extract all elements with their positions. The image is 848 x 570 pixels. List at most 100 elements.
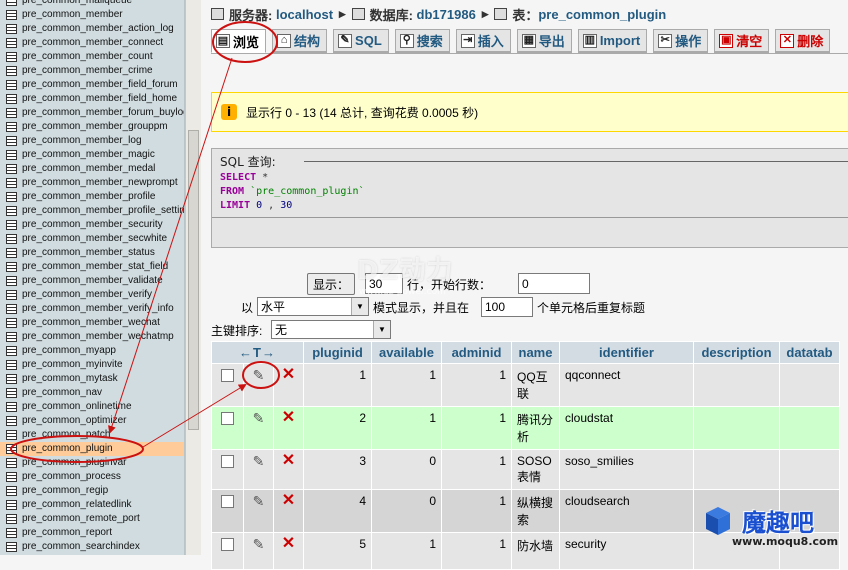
sidebar-table-item[interactable]: pre_common_member_log	[0, 134, 184, 148]
table-icon	[6, 430, 17, 440]
sidebar-item-label: pre_common_pluginvar	[22, 457, 127, 468]
edit-pencil-icon[interactable]: ✎	[253, 536, 265, 552]
sidebar-table-item[interactable]: pre_common_member_security	[0, 218, 184, 232]
delete-x-icon[interactable]: ✕	[282, 366, 295, 383]
column-header-available[interactable]: available	[371, 341, 442, 364]
delete-x-icon[interactable]: ✕	[282, 409, 295, 426]
table-row[interactable]: ✎ ✕ 1 1 1 QQ互联 qqconnect	[211, 363, 840, 407]
cell-adminid: 1	[441, 449, 512, 490]
table-list: pre_common_mailqueue pre_common_member pre…	[0, 0, 184, 554]
scrollbar-thumb[interactable]	[188, 130, 199, 430]
tab-label: 删除	[797, 34, 824, 49]
tab-empty[interactable]: ▣ 清空	[714, 29, 770, 53]
table-icon	[6, 374, 17, 384]
column-header-pluginid[interactable]: pluginid	[303, 341, 372, 364]
table-icon	[6, 192, 17, 202]
tab-insert[interactable]: ⇥ 插入	[455, 29, 511, 53]
breadcrumb-server[interactable]: localhost	[276, 7, 333, 22]
table-row[interactable]: ✎ ✕ 2 1 1 腾讯分析 cloudstat	[211, 406, 840, 450]
sidebar-table-item[interactable]: pre_common_pluginvar	[0, 456, 184, 470]
sidebar-table-item[interactable]: pre_common_member_action_log	[0, 22, 184, 36]
edit-pencil-icon[interactable]: ✎	[253, 367, 265, 383]
delete-x-icon[interactable]: ✕	[282, 535, 295, 552]
sidebar-table-item[interactable]: pre_common_remote_port	[0, 512, 184, 526]
display-mode-select[interactable]: 水平 ▼	[257, 297, 369, 316]
sidebar-table-item[interactable]: pre_common_mytask	[0, 372, 184, 386]
sidebar-table-item[interactable]: pre_common_searchindex	[0, 540, 184, 554]
sidebar-table-item[interactable]: pre_common_member_wechatmp	[0, 330, 184, 344]
tab-structure[interactable]: ⌂ 结构	[272, 29, 328, 53]
sidebar-table-item[interactable]: pre_common_member_magic	[0, 148, 184, 162]
sidebar-table-item[interactable]: pre_common_optimizer	[0, 414, 184, 428]
sidebar-table-item[interactable]: pre_common_member_secwhite	[0, 232, 184, 246]
sidebar-table-item[interactable]: pre_common_member_profile_setting	[0, 204, 184, 218]
row-checkbox[interactable]	[221, 412, 234, 425]
sidebar-table-item[interactable]: pre_common_member_newprompt	[0, 176, 184, 190]
table-row[interactable]: ✎ ✕ 3 0 1 SOSO表情 soso_smilies	[211, 449, 840, 490]
sidebar-table-item[interactable]: pre_common_member_validate	[0, 274, 184, 288]
sidebar-table-item[interactable]: pre_common_member_verify	[0, 288, 184, 302]
column-header-description[interactable]: description	[693, 341, 780, 364]
column-header-identifier[interactable]: identifier	[559, 341, 694, 364]
sidebar-table-item[interactable]: pre_common_onlinetime	[0, 400, 184, 414]
sidebar-table-item[interactable]: pre_common_member_status	[0, 246, 184, 260]
tab-browse[interactable]: ▤ 浏览	[211, 29, 267, 53]
table-icon	[6, 220, 17, 230]
sidebar-table-item[interactable]: pre_common_report	[0, 526, 184, 540]
sidebar-table-item[interactable]: pre_common_plugin	[0, 442, 184, 456]
sidebar-item-label: pre_common_myapp	[22, 345, 116, 356]
sidebar-table-item[interactable]: pre_common_member_medal	[0, 162, 184, 176]
sidebar-table-item[interactable]: pre_common_member_forum_buylog	[0, 106, 184, 120]
row-checkbox[interactable]	[221, 455, 234, 468]
repeat-headers-input[interactable]: 100	[481, 297, 533, 317]
sidebar-table-item[interactable]: pre_common_member_connect	[0, 36, 184, 50]
column-header-datatab[interactable]: datatab	[779, 341, 840, 364]
column-header-adminid[interactable]: adminid	[441, 341, 512, 364]
sidebar-item-label: pre_common_searchindex	[22, 541, 140, 552]
tab-search[interactable]: ⚲ 搜索	[394, 29, 450, 53]
sidebar-table-item[interactable]: pre_common_myinvite	[0, 358, 184, 372]
sidebar-table-item[interactable]: pre_common_member_grouppm	[0, 120, 184, 134]
row-checkbox[interactable]	[221, 538, 234, 551]
sidebar-table-item[interactable]: pre_common_member_stat_field	[0, 260, 184, 274]
row-checkbox[interactable]	[221, 369, 234, 382]
sidebar-table-item[interactable]: pre_common_patch	[0, 428, 184, 442]
sidebar-item-label: pre_common_member_magic	[22, 149, 155, 160]
sidebar-table-item[interactable]: pre_common_member_profile	[0, 190, 184, 204]
edit-pencil-icon[interactable]: ✎	[253, 453, 265, 469]
edit-pencil-icon[interactable]: ✎	[253, 493, 265, 509]
sort-select[interactable]: 无 ▼	[271, 320, 391, 339]
database-icon	[351, 8, 365, 20]
sidebar-table-item[interactable]: pre_common_member_verify_info	[0, 302, 184, 316]
sql-icon: ✎	[338, 33, 353, 48]
cell-description	[693, 363, 780, 407]
tab-export[interactable]: ▦ 导出	[516, 29, 572, 53]
sidebar-table-item[interactable]: pre_common_relatedlink	[0, 498, 184, 512]
sidebar-table-item[interactable]: pre_common_member_field_forum	[0, 78, 184, 92]
sidebar-table-item[interactable]: pre_common_member_field_home	[0, 92, 184, 106]
column-move-arrows[interactable]: ←T→	[211, 341, 304, 364]
breadcrumb-database[interactable]: db171986	[417, 7, 476, 22]
column-header-name[interactable]: name	[511, 341, 560, 364]
sidebar-table-item[interactable]: pre_common_myapp	[0, 344, 184, 358]
sidebar-table-item[interactable]: pre_common_member_wechat	[0, 316, 184, 330]
start-row-input[interactable]: 0	[518, 273, 590, 294]
delete-x-icon[interactable]: ✕	[282, 452, 295, 469]
edit-pencil-icon[interactable]: ✎	[253, 410, 265, 426]
row-checkbox[interactable]	[221, 495, 234, 508]
breadcrumb-table[interactable]: pre_common_plugin	[538, 7, 666, 22]
sidebar-table-item[interactable]: pre_common_nav	[0, 386, 184, 400]
tab-operations[interactable]: ✂ 操作	[653, 29, 709, 53]
sidebar-table-item[interactable]: pre_common_member_count	[0, 50, 184, 64]
sidebar-table-item[interactable]: pre_common_member_crime	[0, 64, 184, 78]
tab-import[interactable]: ▥ Import	[577, 29, 648, 53]
tab-sql[interactable]: ✎ SQL	[333, 29, 389, 53]
sidebar-table-item[interactable]: pre_common_regip	[0, 484, 184, 498]
sidebar-table-item[interactable]: pre_common_mailqueue	[0, 0, 184, 8]
sidebar-scrollbar[interactable]	[185, 0, 201, 555]
tab-drop[interactable]: ✕ 删除	[775, 29, 831, 53]
show-button[interactable]: 显示：	[307, 273, 355, 295]
delete-x-icon[interactable]: ✕	[282, 492, 295, 509]
sidebar-table-item[interactable]: pre_common_process	[0, 470, 184, 484]
sidebar-table-item[interactable]: pre_common_member	[0, 8, 184, 22]
